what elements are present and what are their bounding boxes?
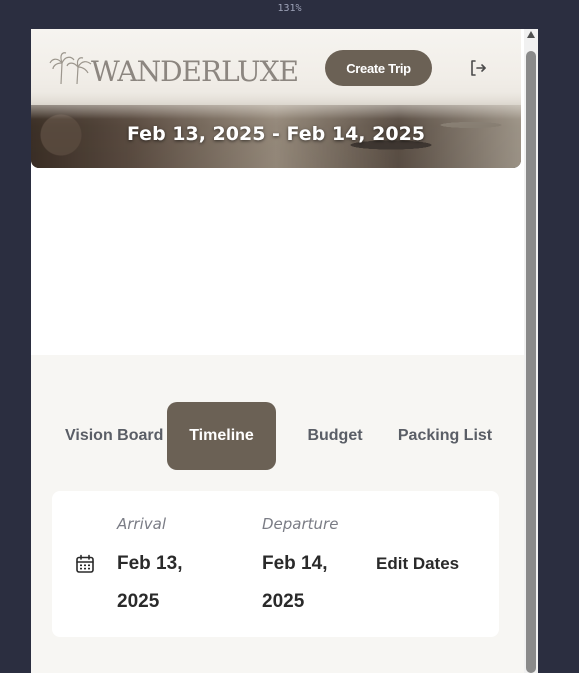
edit-dates-button[interactable]: Edit Dates bbox=[376, 549, 459, 579]
departure-label: Departure bbox=[262, 515, 339, 533]
trip-dates-card: Arrival Feb 13, 2025 Departure Feb 14, 2… bbox=[52, 491, 499, 637]
arrival-date: Feb 13, 2025 bbox=[117, 553, 183, 612]
tab-budget[interactable]: Budget bbox=[303, 402, 367, 470]
trip-date-range: Feb 13, 2025 - Feb 14, 2025 bbox=[126, 123, 426, 145]
trip-hero-banner: WANDERLUXE Create Trip Feb 13, 2025 - Fe… bbox=[31, 29, 521, 168]
calendar-icon bbox=[75, 554, 95, 578]
arrival-label: Arrival bbox=[117, 515, 166, 533]
logout-icon[interactable] bbox=[469, 59, 487, 81]
departure-date: Feb 14, 2025 bbox=[262, 553, 328, 612]
scroll-up-arrow-icon[interactable] bbox=[527, 31, 535, 38]
palm-trees-icon bbox=[49, 51, 93, 89]
zoom-level: 131% bbox=[277, 3, 302, 14]
tab-timeline[interactable]: Timeline bbox=[167, 402, 276, 470]
trip-tabs: Vision Board Timeline Budget Packing Lis… bbox=[31, 402, 524, 470]
tab-packing-list[interactable]: Packing List bbox=[395, 402, 495, 470]
tab-vision-board[interactable]: Vision Board bbox=[65, 402, 165, 470]
create-trip-button[interactable]: Create Trip bbox=[325, 50, 432, 86]
vertical-scrollbar[interactable] bbox=[524, 29, 538, 673]
trip-content: Vision Board Timeline Budget Packing Lis… bbox=[31, 355, 524, 673]
brand-logo[interactable]: WANDERLUXE bbox=[91, 55, 299, 88]
scrollbar-thumb[interactable] bbox=[526, 51, 536, 673]
app-viewport: WANDERLUXE Create Trip Feb 13, 2025 - Fe… bbox=[31, 29, 524, 673]
